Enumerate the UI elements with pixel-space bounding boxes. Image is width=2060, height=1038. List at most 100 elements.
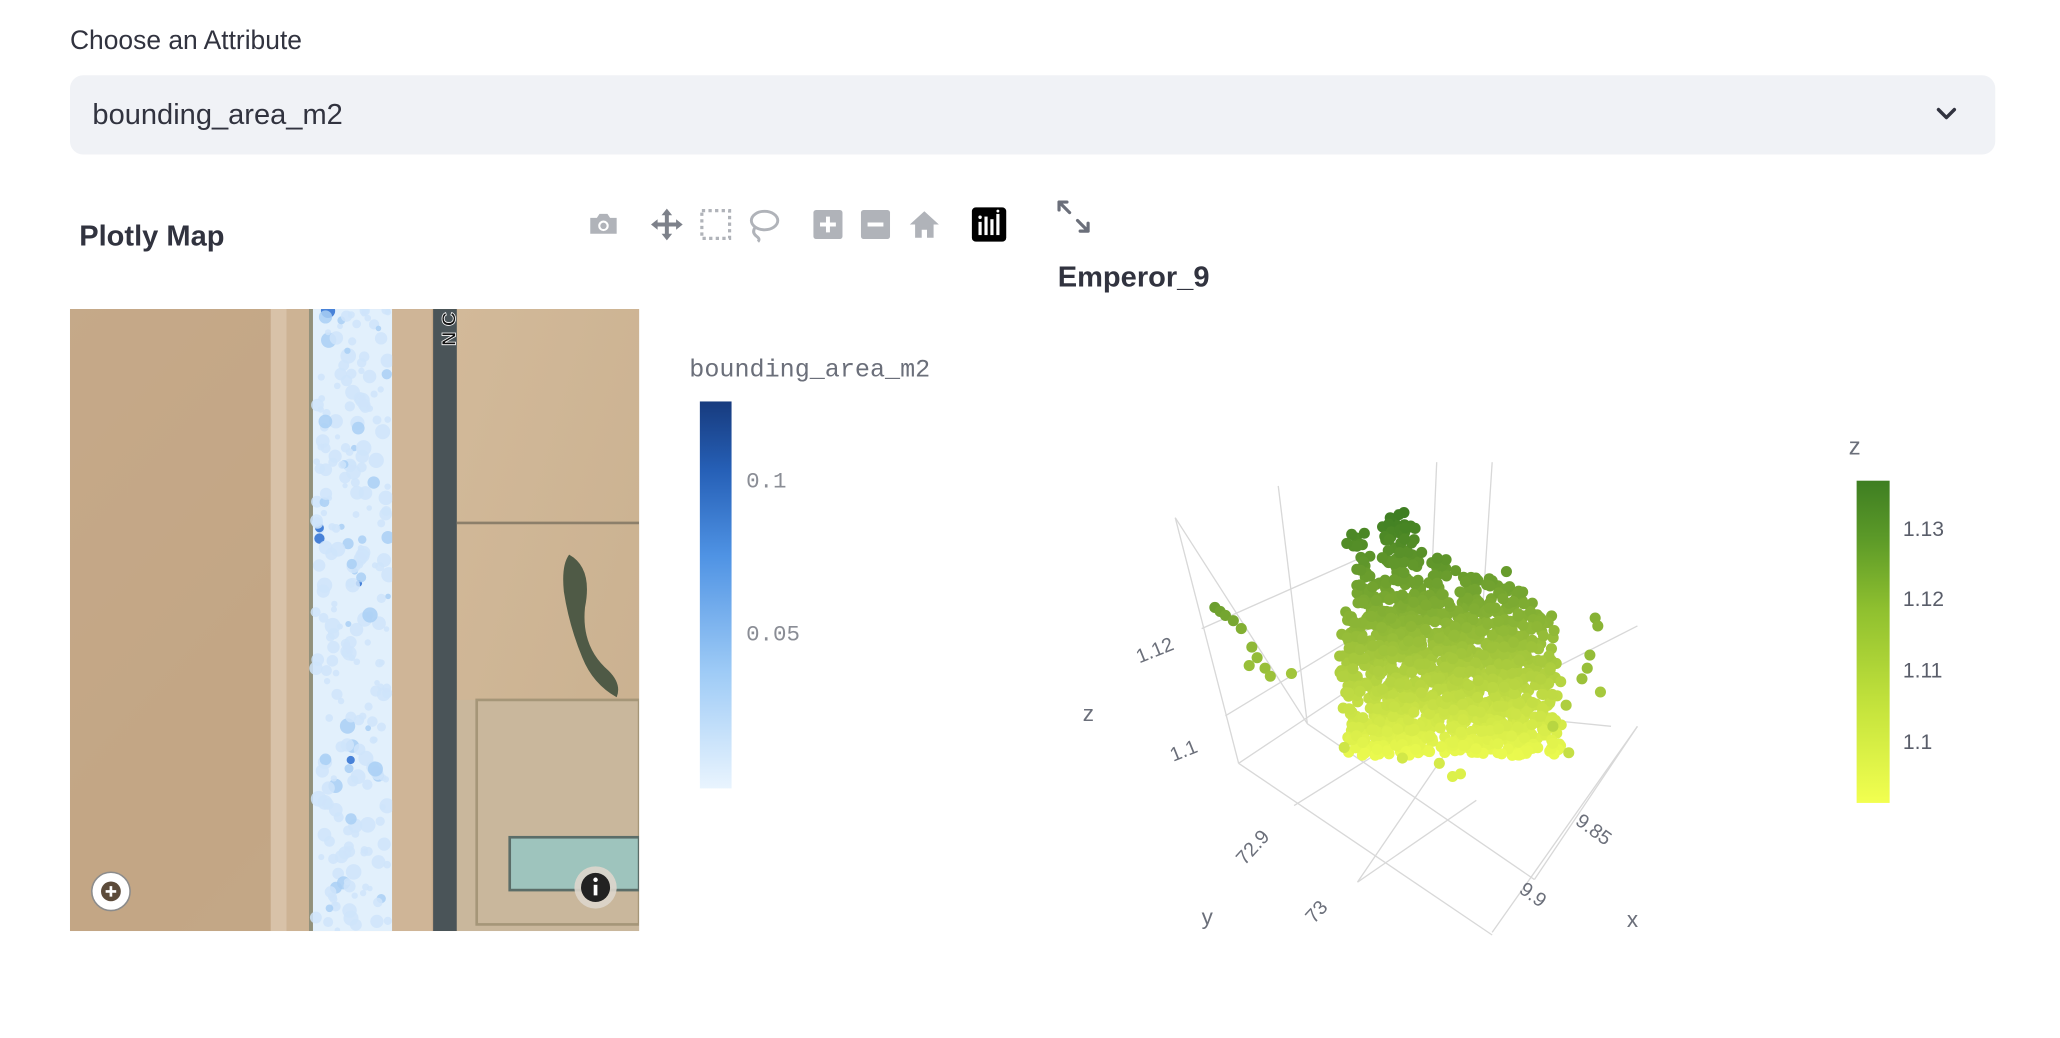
map-marker	[329, 331, 344, 345]
z-axis-tick: 1.12	[1133, 633, 1177, 668]
scatter3d-point	[1388, 701, 1400, 713]
map-marker	[379, 804, 386, 811]
scatter3d-point	[1457, 698, 1469, 710]
scatter3d-point	[1535, 655, 1547, 667]
scatter3d-point	[1484, 580, 1496, 592]
map-marker	[324, 329, 332, 336]
pan-icon[interactable]	[647, 205, 687, 245]
scatter3d-point	[1434, 722, 1446, 734]
scatter3d-point	[1251, 652, 1263, 664]
scatter3d-point	[1489, 602, 1501, 614]
map-marker	[385, 593, 391, 600]
scatter3d-point	[1399, 522, 1411, 534]
scatter3d-point	[1338, 741, 1350, 754]
map-marker	[325, 904, 334, 913]
map-marker	[310, 790, 327, 807]
scatter3d-point	[1408, 706, 1420, 718]
map-feedback-icon[interactable]	[90, 870, 132, 912]
scatter3d-point	[1576, 673, 1588, 685]
map-marker	[356, 572, 367, 583]
map-marker	[372, 415, 382, 425]
scatter3d-point	[1455, 726, 1467, 738]
scatter3d-point	[1366, 640, 1379, 652]
scatter3d-point	[1525, 670, 1537, 682]
map-marker	[355, 548, 370, 563]
zoom-out-icon[interactable]	[856, 205, 896, 245]
y-axis-tick: 72.9	[1232, 826, 1274, 869]
fullscreen-expand-icon[interactable]	[1055, 198, 1092, 235]
map-marker	[357, 535, 367, 544]
map-marker	[377, 837, 391, 851]
plotly-logo-icon[interactable]	[969, 205, 1009, 245]
map-marker	[377, 553, 392, 568]
scatter3d-point	[1429, 616, 1441, 628]
map-marker	[316, 584, 330, 598]
scatter3d-point	[1448, 629, 1460, 641]
scatter3d-point	[1388, 574, 1400, 586]
scatter3d-point	[1376, 552, 1388, 564]
map-marker	[317, 373, 325, 381]
scatter3d-scene[interactable]: 1.12 1.1 z 72.9 73 y 9.85 9.9 x	[1056, 409, 1677, 964]
scatter3d-point	[1537, 688, 1549, 701]
scatter3d-point	[1535, 710, 1547, 722]
scatter3d-point	[1423, 745, 1435, 757]
map-marker	[344, 764, 354, 774]
lasso-select-icon[interactable]	[743, 205, 783, 245]
zoom-in-icon[interactable]	[808, 205, 848, 245]
scatter3d-point	[1581, 662, 1593, 674]
map-marker	[342, 482, 348, 489]
scatter3d-point	[1354, 579, 1366, 591]
scatter3d-point	[1341, 537, 1353, 549]
scatter3d-point	[1416, 546, 1428, 558]
scatter3d-point	[1513, 654, 1525, 666]
info-icon[interactable]	[573, 865, 618, 910]
scatter3d-point	[1394, 678, 1406, 690]
scatter3d-point	[1518, 732, 1530, 744]
attribute-select[interactable]: bounding_area_m2	[69, 75, 1996, 155]
scatter3d-point	[1383, 533, 1395, 546]
map-marker	[351, 421, 365, 435]
map-marker	[310, 607, 321, 618]
camera-icon[interactable]	[584, 205, 624, 245]
satellite-map[interactable]: N C	[69, 309, 640, 932]
scatter3d-point	[1364, 570, 1376, 582]
attribute-select-label: Choose an Attribute	[69, 26, 302, 56]
scatter3d-points	[1209, 506, 1606, 783]
map-marker	[366, 405, 374, 412]
map-marker	[348, 337, 357, 346]
scatter3d-point	[1454, 768, 1467, 780]
map-marker	[371, 736, 378, 743]
scatter3d-point	[1349, 616, 1361, 629]
map-marker	[345, 711, 357, 723]
scatter3d-point	[1432, 645, 1444, 657]
scatter3d-point	[1548, 625, 1560, 637]
scatter3d-point	[1461, 622, 1473, 634]
map-marker	[353, 658, 361, 666]
scatter3d-point	[1285, 667, 1297, 680]
scatter3d-point	[1531, 620, 1543, 633]
map-marker	[346, 558, 357, 570]
scatter3d-point	[1348, 653, 1360, 665]
scatter3d-point	[1492, 738, 1504, 750]
reset-home-icon[interactable]	[905, 205, 945, 245]
scatter3d-point	[1343, 642, 1355, 654]
map-marker	[318, 395, 326, 402]
plot-modebar	[581, 205, 1017, 247]
map-marker	[333, 382, 341, 390]
scatter3d-point	[1526, 641, 1538, 653]
map-marker	[331, 688, 343, 700]
map-marker	[376, 593, 386, 603]
scatter3d-point	[1453, 666, 1465, 678]
scatter3d-point	[1227, 615, 1239, 627]
map-marker	[345, 813, 357, 825]
map-marker	[366, 505, 372, 511]
map-marker	[345, 448, 354, 456]
map-marker	[367, 761, 383, 777]
y-axis-label: y	[1202, 904, 1214, 929]
box-select-icon[interactable]	[696, 205, 736, 245]
map-marker	[384, 416, 392, 423]
scatter3d-point	[1385, 612, 1397, 624]
scatter3d-point	[1383, 593, 1395, 605]
map-marker	[359, 712, 367, 720]
scatter3d-point	[1518, 598, 1530, 610]
